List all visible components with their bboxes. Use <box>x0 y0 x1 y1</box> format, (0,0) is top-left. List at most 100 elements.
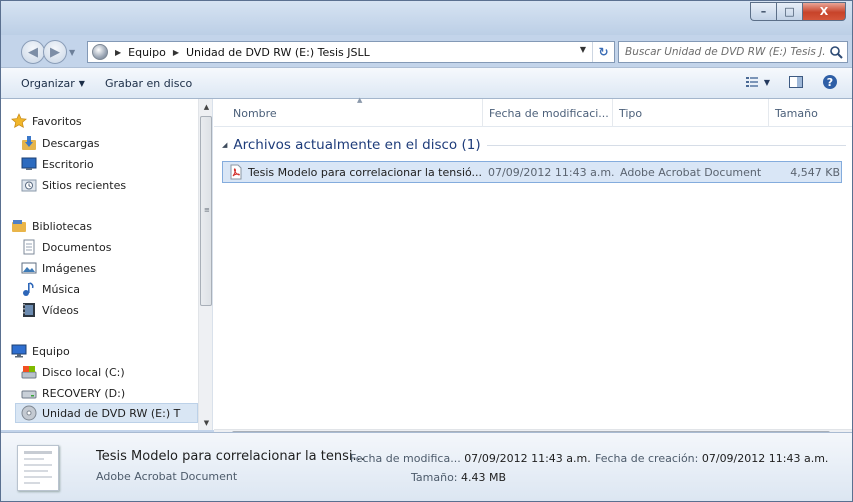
file-size: 4,547 KB <box>790 165 840 179</box>
nav-item-music[interactable]: Música <box>21 279 80 299</box>
nav-item-pictures[interactable]: Imágenes <box>21 258 96 278</box>
command-bar: Organizar ▼ Grabar en disco ▼ ? <box>1 67 852 99</box>
file-name: Tesis Modelo para correlacionar la tensi… <box>248 165 483 179</box>
documents-icon <box>23 239 35 255</box>
recent-pages-dropdown-icon[interactable]: ▼ <box>69 48 75 57</box>
close-button[interactable]: X <box>802 2 846 21</box>
nav-label: RECOVERY (D:) <box>42 386 126 400</box>
document-preview-icon <box>24 451 52 484</box>
details-value: 4.43 MB <box>461 471 507 484</box>
details-file-type: Adobe Acrobat Document <box>96 470 238 483</box>
column-label: Fecha de modificaci... <box>489 106 609 120</box>
group-header[interactable]: ◢ Archivos actualmente en el disco (1) <box>222 135 846 155</box>
collapse-group-icon[interactable]: ◢ <box>222 141 227 149</box>
nav-item-computer[interactable]: Equipo <box>11 341 70 361</box>
nav-label: Documentos <box>42 240 112 254</box>
details-label: Tamaño: <box>411 471 458 484</box>
preview-pane-icon[interactable] <box>788 74 804 90</box>
forward-button[interactable]: ▶ <box>43 40 67 64</box>
nav-label: Sitios recientes <box>42 178 127 192</box>
title-bar: – □ X <box>1 1 852 35</box>
scroll-down-icon[interactable]: ▼ <box>199 415 212 430</box>
breadcrumb-item-computer[interactable]: Equipo <box>128 46 166 59</box>
nav-item-libraries[interactable]: Bibliotecas <box>11 216 92 236</box>
nav-label: Música <box>42 282 81 296</box>
organize-label: Organizar <box>21 76 75 90</box>
nav-vertical-scrollbar[interactable]: ▲ ≡ ▼ <box>198 99 212 430</box>
dvd-drive-icon <box>21 405 37 421</box>
svg-text:?: ? <box>827 76 833 89</box>
nav-item-recovery[interactable]: RECOVERY (D:) <box>21 383 125 403</box>
nav-label: Favoritos <box>32 114 82 128</box>
refresh-button[interactable]: ↻ <box>592 42 614 62</box>
computer-icon <box>11 344 27 358</box>
breadcrumb-separator-icon[interactable]: ▶ <box>115 48 121 57</box>
history-buttons: ◀ ▶ ▼ <box>21 40 75 64</box>
search-icon[interactable] <box>829 45 843 59</box>
nav-item-favorites[interactable]: Favoritos <box>11 111 82 131</box>
address-bar[interactable]: ▶ Equipo ▶ Unidad de DVD RW (E:) Tesis J… <box>87 41 615 63</box>
navigation-bar: ◀ ▶ ▼ ▶ Equipo ▶ Unidad de DVD RW (E:) T… <box>1 35 852 67</box>
pictures-icon <box>21 262 37 274</box>
column-headers: Nombre ▲ Fecha de modificaci... Tipo Tam… <box>214 96 852 127</box>
details-label: Fecha de creación: <box>595 452 699 465</box>
nav-label: Bibliotecas <box>32 219 93 233</box>
hard-drive-icon <box>21 390 37 399</box>
search-box[interactable]: Buscar Unidad de DVD RW (E:) Tesis J... <box>618 41 848 63</box>
nav-item-recent-places[interactable]: Sitios recientes <box>21 175 126 195</box>
view-details-icon <box>745 77 758 87</box>
nav-label: Escritorio <box>42 157 94 171</box>
details-label: Fecha de modifica... <box>350 452 461 465</box>
file-type: Adobe Acrobat Document <box>620 165 762 179</box>
details-file-name: Tesis Modelo para correlacionar la tensi… <box>96 449 365 464</box>
breadcrumb-separator-icon[interactable]: ▶ <box>173 48 179 57</box>
breadcrumb-item-dvd[interactable]: Unidad de DVD RW (E:) Tesis JSLL <box>186 46 370 59</box>
burn-disc-button[interactable]: Grabar en disco <box>95 72 202 94</box>
details-pane: Tesis Modelo para correlacionar la tensi… <box>1 432 852 501</box>
details-created: Fecha de creación: 07/09/2012 11:43 a.m. <box>595 452 828 465</box>
scroll-thumb[interactable]: ≡ <box>200 116 212 306</box>
back-button[interactable]: ◀ <box>21 40 45 64</box>
refresh-icon: ↻ <box>598 45 609 59</box>
search-placeholder[interactable]: Buscar Unidad de DVD RW (E:) Tesis J... <box>625 46 825 58</box>
minimize-button[interactable]: – <box>750 2 776 21</box>
star-icon <box>11 113 27 128</box>
view-controls: ▼ ? <box>744 74 838 90</box>
nav-item-desktop[interactable]: Escritorio <box>21 154 94 174</box>
back-arrow-icon: ◀ <box>28 44 38 60</box>
dvd-drive-icon <box>92 44 108 60</box>
address-dropdown-icon[interactable]: ▼ <box>580 45 586 54</box>
column-label: Tipo <box>619 106 643 120</box>
nav-label: Disco local (C:) <box>42 365 125 379</box>
details-value: 07/09/2012 11:43 a.m. <box>464 452 591 465</box>
column-size[interactable]: Tamaño <box>769 99 852 127</box>
nav-item-dvd-drive[interactable]: Unidad de DVD RW (E:) T <box>15 403 198 423</box>
chevron-down-icon: ▼ <box>763 77 770 87</box>
column-label: Nombre <box>233 106 277 120</box>
nav-label: Descargas <box>42 136 100 150</box>
column-type[interactable]: Tipo <box>613 99 769 127</box>
downloads-folder-icon <box>22 136 36 150</box>
file-date: 07/09/2012 11:43 a.m. <box>488 165 615 179</box>
nav-item-downloads[interactable]: Descargas <box>21 133 100 153</box>
explorer-window: – □ X ◀ ▶ ▼ ▶ Equipo ▶ Unidad de DVD RW … <box>0 0 853 502</box>
nav-item-local-disk[interactable]: Disco local (C:) <box>21 362 125 382</box>
sort-ascending-icon: ▲ <box>357 96 363 104</box>
file-row[interactable]: Tesis Modelo para correlacionar la tensi… <box>222 161 842 183</box>
desktop-icon <box>21 157 37 170</box>
group-divider <box>486 144 846 146</box>
chevron-down-icon: ▼ <box>78 78 85 88</box>
change-view-button[interactable]: ▼ <box>744 74 770 90</box>
maximize-button[interactable]: □ <box>776 2 802 21</box>
organize-button[interactable]: Organizar ▼ <box>11 72 95 94</box>
breadcrumb: ▶ Equipo ▶ Unidad de DVD RW (E:) Tesis J… <box>108 46 370 59</box>
column-date[interactable]: Fecha de modificaci... <box>483 99 613 127</box>
nav-item-documents[interactable]: Documentos <box>21 237 111 257</box>
details-size: Tamaño: 4.43 MB <box>411 471 506 484</box>
help-icon[interactable]: ? <box>822 74 838 90</box>
column-name[interactable]: Nombre ▲ <box>227 96 483 127</box>
column-label: Tamaño <box>775 106 818 120</box>
music-icon <box>23 282 34 296</box>
nav-item-videos[interactable]: Vídeos <box>21 300 79 320</box>
scroll-up-icon[interactable]: ▲ <box>199 99 212 114</box>
